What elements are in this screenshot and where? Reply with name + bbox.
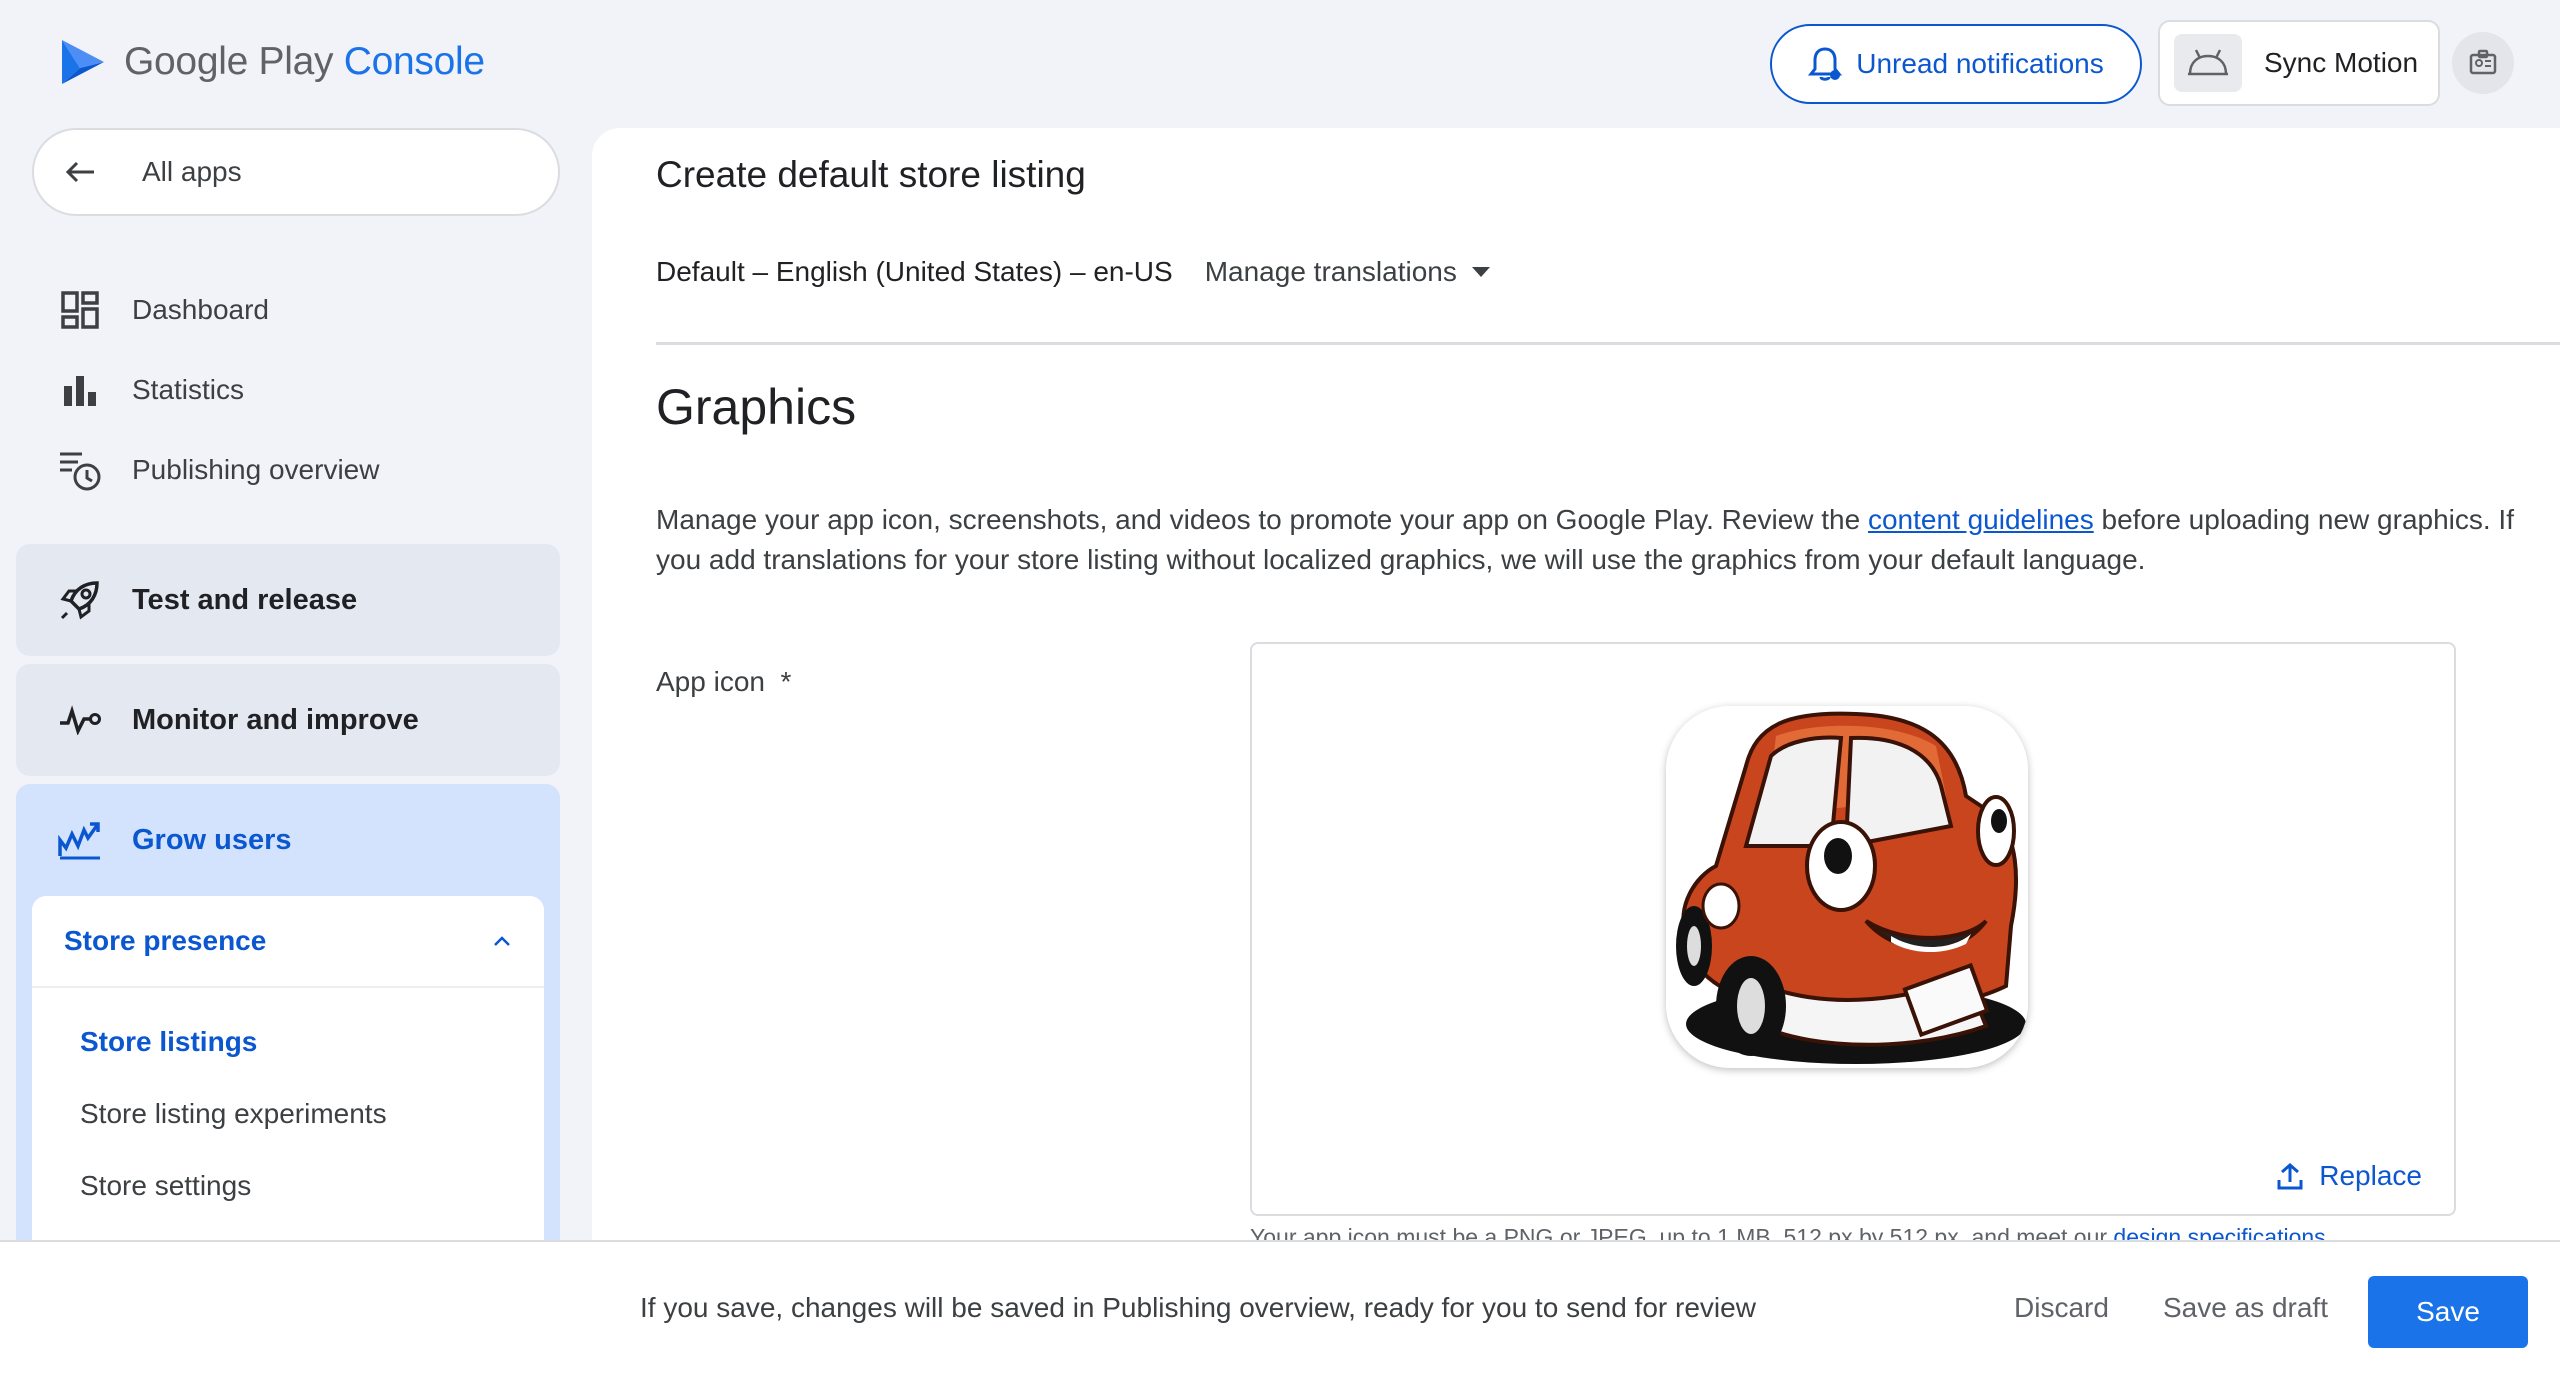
replace-button[interactable]: Replace — [2277, 1160, 2422, 1192]
sidebar-item-label: Statistics — [132, 374, 245, 405]
sidebar-item-publishing-overview[interactable]: Publishing overview — [58, 440, 379, 500]
page-title: Create default store listing — [656, 154, 1086, 195]
sidebar-item-label: Dashboard — [132, 294, 269, 325]
default-language: Default – English (United States) – en-U… — [656, 256, 1173, 287]
group-label: Test and release — [132, 583, 358, 616]
profile-button[interactable] — [2452, 32, 2514, 94]
growth-chart-icon — [58, 820, 102, 860]
section-description: Manage your app icon, screenshots, and v… — [656, 504, 2514, 575]
manage-translations-label: Manage translations — [1204, 256, 1457, 287]
logo-primary: Google Play — [124, 40, 334, 83]
save-as-draft-button[interactable]: Save as draft — [2163, 1292, 2328, 1324]
profile-badge-icon — [2468, 48, 2498, 78]
sidebar-item-label: Publishing overview — [132, 454, 380, 485]
pulse-icon — [58, 705, 102, 735]
upload-icon — [2277, 1162, 2303, 1190]
store-presence-header[interactable]: Store presence — [32, 896, 544, 988]
sidebar-item-store-listings[interactable]: Store listings — [80, 1026, 257, 1058]
store-presence-label: Store presence — [64, 925, 267, 956]
unread-notifications-button[interactable]: Unread notifications — [1770, 24, 2142, 104]
manage-translations-dropdown[interactable]: Manage translations — [1205, 256, 1491, 288]
sidebar-group-grow-users: Grow users Store presence Store listings… — [16, 784, 560, 1256]
play-console-logo[interactable]: Google Play Console — [58, 38, 485, 86]
logo-accent: Console — [343, 40, 485, 83]
sidebar-item-dashboard[interactable]: Dashboard — [58, 280, 269, 340]
chevron-up-icon — [492, 934, 512, 948]
arrow-drop-down-icon — [1471, 266, 1491, 278]
dashboard-icon — [58, 291, 102, 329]
rocket-icon — [58, 579, 102, 621]
app-selector[interactable]: Sync Motion — [2158, 20, 2440, 106]
arrow-back-icon — [64, 160, 96, 184]
all-apps-button[interactable]: All apps — [32, 128, 560, 216]
main-content: Create default store listing Default – E… — [592, 128, 2560, 1248]
content-guidelines-link[interactable]: content guidelines — [1868, 504, 2094, 535]
group-label: Monitor and improve — [132, 703, 419, 736]
store-presence-section: Store presence Store listings Store list… — [32, 896, 544, 1256]
play-logo-icon — [58, 38, 108, 86]
bell-icon — [1808, 45, 1843, 83]
sidebar-item-store-listing-experiments[interactable]: Store listing experiments — [80, 1098, 387, 1130]
section-title: Graphics — [656, 379, 857, 435]
logo-wordmark: Google Play Console — [124, 40, 485, 84]
replace-label: Replace — [2319, 1160, 2422, 1191]
android-icon — [2174, 34, 2242, 92]
footer-message: If you save, changes will be saved in Pu… — [640, 1292, 1756, 1323]
save-footer: If you save, changes will be saved in Pu… — [0, 1240, 2560, 1376]
notifications-label: Unread notifications — [1856, 48, 2104, 79]
all-apps-label: All apps — [142, 156, 242, 187]
app-icon-label: App icon * — [656, 666, 792, 697]
bar-chart-icon — [58, 372, 102, 408]
app-icon-image — [1666, 706, 2028, 1068]
sidebar-group-test-and-release[interactable]: Test and release — [16, 544, 560, 656]
sidebar-item-store-settings[interactable]: Store settings — [80, 1170, 251, 1202]
required-mark: * — [780, 666, 792, 697]
selected-app-name: Sync Motion — [2264, 47, 2419, 78]
app-icon-upload: Replace — [1250, 642, 2456, 1216]
grow-users-header[interactable]: Grow users — [58, 820, 292, 860]
group-label: Grow users — [132, 823, 292, 856]
language-row: Default – English (United States) – en-U… — [656, 256, 1491, 288]
divider — [656, 342, 2560, 345]
sidebar-group-monitor-and-improve[interactable]: Monitor and improve — [16, 664, 560, 776]
publishing-history-icon — [58, 448, 102, 492]
discard-button[interactable]: Discard — [2014, 1292, 2109, 1324]
save-button[interactable]: Save — [2368, 1276, 2528, 1348]
sidebar-item-statistics[interactable]: Statistics — [58, 360, 244, 420]
